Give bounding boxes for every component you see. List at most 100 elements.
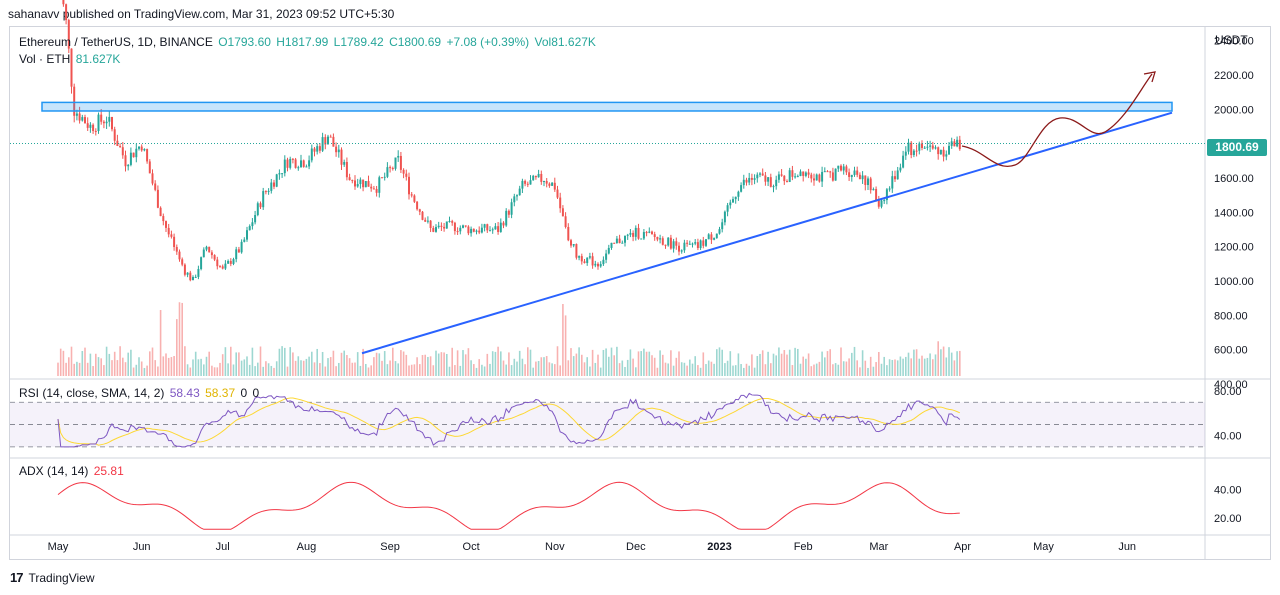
adx-legend: ADX (14, 14) 25.81 <box>19 464 126 478</box>
candle-body <box>837 165 840 169</box>
candle-body <box>799 171 802 177</box>
volume-bar <box>149 351 151 376</box>
volume-bar <box>419 364 421 376</box>
candle-body <box>856 170 859 175</box>
candle-body <box>310 148 313 161</box>
volume-bar <box>65 362 67 376</box>
volume-bar <box>643 348 645 376</box>
volume-bar <box>246 356 248 376</box>
candle-body <box>100 114 103 122</box>
volume-bar <box>594 362 597 376</box>
volume-bar <box>842 361 845 376</box>
candle-body <box>162 216 165 222</box>
volume-bar <box>710 361 713 376</box>
candle-body <box>956 139 959 147</box>
candle-body <box>845 166 848 173</box>
candle-body <box>475 230 478 232</box>
candle-body <box>378 177 381 193</box>
volume-bar <box>761 350 764 376</box>
candle-body <box>402 169 405 174</box>
volume-bar <box>953 360 956 376</box>
candle-body <box>599 264 602 267</box>
candle-body <box>578 256 581 258</box>
volume-bar <box>729 351 732 376</box>
volume-bar <box>635 367 637 376</box>
rsi-tick-label: 80.00 <box>1214 386 1242 398</box>
candle-body <box>478 230 481 233</box>
volume-bar <box>235 352 237 376</box>
candle-body <box>896 170 899 180</box>
volume-bar <box>138 357 140 376</box>
candle-body <box>659 238 662 240</box>
candle-body <box>688 243 691 245</box>
candle-body <box>618 238 621 244</box>
candle-body <box>726 205 729 212</box>
candle-body <box>834 168 837 181</box>
candle-body <box>291 158 294 160</box>
volume-bar <box>891 359 894 376</box>
volume-bar <box>130 349 132 376</box>
candle-body <box>254 215 257 223</box>
currency-label: USDT <box>1215 33 1248 47</box>
volume-bar <box>518 350 521 376</box>
candle-body <box>607 247 610 254</box>
volume-bar <box>780 353 783 376</box>
volume-bar <box>632 358 634 376</box>
volume-bar <box>826 351 829 376</box>
volume-bar <box>327 358 329 376</box>
candle-body <box>173 236 176 248</box>
volume-bar <box>238 352 240 376</box>
candle-body <box>281 173 284 175</box>
candle-body <box>772 186 775 188</box>
volume-bar <box>178 302 181 376</box>
volume-bar <box>186 364 189 376</box>
volume-bar <box>464 354 467 376</box>
candle-body <box>318 146 321 151</box>
volume-bar <box>543 357 545 376</box>
candle-body <box>135 148 138 158</box>
volume-bar <box>805 358 807 376</box>
candle-body <box>958 139 961 150</box>
candle-body <box>591 256 594 266</box>
volume-bar <box>570 348 572 376</box>
open-value: O1793.60 <box>218 35 271 49</box>
volume-bar <box>397 363 399 376</box>
candle-body <box>456 231 459 233</box>
candle-body <box>669 237 672 249</box>
volume-bar <box>848 358 850 376</box>
volume-bar <box>894 359 896 376</box>
price-tick-label: 2000.00 <box>1214 104 1254 116</box>
volume-bar <box>154 360 156 376</box>
candle-body <box>850 174 853 177</box>
candle-body <box>534 175 537 178</box>
rsi-label: RSI (14, close, SMA, 14, 2) <box>19 386 165 400</box>
volume-bar <box>845 361 848 376</box>
chart-canvas[interactable]: 2400.002200.002000.001800.001600.001400.… <box>0 0 1280 595</box>
volume-bar <box>653 357 656 376</box>
candle-body <box>513 196 516 203</box>
volume-bar <box>745 363 748 376</box>
candle-body <box>97 114 100 132</box>
candle-body <box>572 244 575 246</box>
volume-bar <box>340 352 343 376</box>
rsi-zero-2: 0 <box>252 386 260 400</box>
candle-body <box>877 200 880 207</box>
volume-bar <box>670 350 672 376</box>
volume-bar <box>151 347 154 376</box>
volume-bar <box>851 352 853 376</box>
candle-body <box>802 171 805 176</box>
candle-body <box>229 260 232 264</box>
volume-bar <box>124 362 127 376</box>
candle-body <box>923 147 926 149</box>
candle-body <box>783 175 786 182</box>
volume-bar <box>157 366 159 376</box>
candle-body <box>648 231 651 233</box>
candle-body <box>858 174 861 180</box>
volume-bar <box>545 356 548 376</box>
volume-bar <box>321 351 324 376</box>
volume-bar <box>786 354 788 376</box>
volume-bar <box>394 361 397 376</box>
volume-bar <box>184 346 186 376</box>
volume-bar <box>921 355 923 376</box>
volume-bar <box>942 346 945 376</box>
